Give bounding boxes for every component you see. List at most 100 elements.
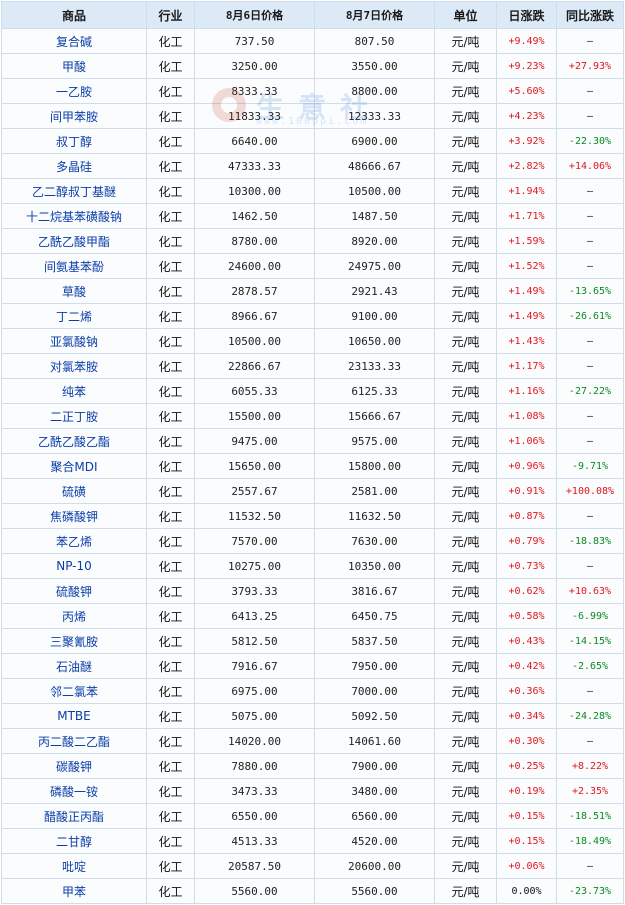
commodity-name[interactable]: 纯苯 [1,378,147,404]
commodity-name[interactable]: 十二烷基苯磺酸钠 [1,203,147,229]
commodity-name[interactable]: 硫磺 [1,478,147,504]
price-aug6-cell: 10300.00 [194,178,315,204]
table-row[interactable]: 复合碱 化工 737.50 807.50 元/吨 +9.49% — [1,28,624,54]
table-row[interactable]: 苯乙烯 化工 7570.00 7630.00 元/吨 +0.79% -18.83% [1,528,624,554]
commodity-name[interactable]: 苯乙烯 [1,528,147,554]
commodity-name[interactable]: 乙酰乙酸甲酯 [1,228,147,254]
table-row[interactable]: 甲酸 化工 3250.00 3550.00 元/吨 +9.23% +27.93% [1,53,624,79]
commodity-name[interactable]: 聚合MDI [1,453,147,479]
daily-change-cell: +1.59% [496,228,557,254]
table-row[interactable]: 甲苯 化工 5560.00 5560.00 元/吨 0.00% -23.73% [1,878,624,904]
table-row[interactable]: 碳酸钾 化工 7880.00 7900.00 元/吨 +0.25% +8.22% [1,753,624,779]
commodity-name[interactable]: 叔丁醇 [1,128,147,154]
header-price-aug7[interactable]: 8月7日价格 [314,1,435,29]
table-row[interactable]: 乙酰乙酸甲酯 化工 8780.00 8920.00 元/吨 +1.59% — [1,228,624,254]
table-row[interactable]: 硫酸钾 化工 3793.33 3816.67 元/吨 +0.62% +10.63% [1,578,624,604]
unit-cell: 元/吨 [434,753,497,779]
table-row[interactable]: 醋酸正丙酯 化工 6550.00 6560.00 元/吨 +0.15% -18.51% [1,803,624,829]
table-row[interactable]: 间氨基苯酚 化工 24600.00 24975.00 元/吨 +1.52% — [1,253,624,279]
commodity-name[interactable]: 二甘醇 [1,828,147,854]
table-row[interactable]: 石油醚 化工 7916.67 7950.00 元/吨 +0.42% -2.65% [1,653,624,679]
commodity-name[interactable]: 三聚氰胺 [1,628,147,654]
commodity-name[interactable]: 丙二酸二乙酯 [1,728,147,754]
daily-change-cell: +1.17% [496,353,557,379]
table-row[interactable]: 三聚氰胺 化工 5812.50 5837.50 元/吨 +0.43% -14.15% [1,628,624,654]
price-aug7-cell: 6560.00 [314,803,435,829]
table-row[interactable]: 草酸 化工 2878.57 2921.43 元/吨 +1.49% -13.65% [1,278,624,304]
table-row[interactable]: 硫磺 化工 2557.67 2581.00 元/吨 +0.91% +100.08% [1,478,624,504]
industry-cell: 化工 [146,53,195,79]
table-row[interactable]: 一乙胺 化工 8333.33 8800.00 元/吨 +5.60% — [1,78,624,104]
table-row[interactable]: 邻二氯苯 化工 6975.00 7000.00 元/吨 +0.36% — [1,678,624,704]
commodity-name[interactable]: 石油醚 [1,653,147,679]
price-aug7-cell: 5560.00 [314,878,435,904]
commodity-name[interactable]: 丙烯 [1,603,147,629]
table-row[interactable]: 丙二酸二乙酯 化工 14020.00 14061.60 元/吨 +0.30% — [1,728,624,754]
commodity-name[interactable]: 醋酸正丙酯 [1,803,147,829]
commodity-name[interactable]: 邻二氯苯 [1,678,147,704]
commodity-name[interactable]: 间氨基苯酚 [1,253,147,279]
table-row[interactable]: MTBE 化工 5075.00 5092.50 元/吨 +0.34% -24.28% [1,703,624,729]
commodity-name[interactable]: 焦磷酸钾 [1,503,147,529]
unit-cell: 元/吨 [434,253,497,279]
price-aug6-cell: 7570.00 [194,528,315,554]
table-row[interactable]: 乙二醇叔丁基醚 化工 10300.00 10500.00 元/吨 +1.94% — [1,178,624,204]
table-row[interactable]: 亚氯酸钠 化工 10500.00 10650.00 元/吨 +1.43% — [1,328,624,354]
commodity-name[interactable]: 复合碱 [1,28,147,54]
commodity-name[interactable]: 乙酰乙酸乙酯 [1,428,147,454]
table-row[interactable]: 吡啶 化工 20587.50 20600.00 元/吨 +0.06% — [1,853,624,879]
price-aug7-cell: 9100.00 [314,303,435,329]
commodity-name[interactable]: 多晶硅 [1,153,147,179]
commodity-name[interactable]: 草酸 [1,278,147,304]
commodity-name[interactable]: NP-10 [1,553,147,579]
table-row[interactable]: 十二烷基苯磺酸钠 化工 1462.50 1487.50 元/吨 +1.71% — [1,203,624,229]
commodity-name[interactable]: 磷酸一铵 [1,778,147,804]
table-row[interactable]: 丁二烯 化工 8966.67 9100.00 元/吨 +1.49% -26.61% [1,303,624,329]
table-row[interactable]: 叔丁醇 化工 6640.00 6900.00 元/吨 +3.92% -22.30% [1,128,624,154]
industry-cell: 化工 [146,578,195,604]
industry-cell: 化工 [146,528,195,554]
daily-change-cell: +9.49% [496,28,557,54]
header-yoy-change[interactable]: 同比涨跌 [556,1,624,29]
industry-cell: 化工 [146,678,195,704]
industry-cell: 化工 [146,553,195,579]
price-aug7-cell: 807.50 [314,28,435,54]
header-price-aug6[interactable]: 8月6日价格 [194,1,315,29]
header-daily-change[interactable]: 日涨跌 [496,1,557,29]
commodity-name[interactable]: 二正丁胺 [1,403,147,429]
industry-cell: 化工 [146,703,195,729]
header-unit[interactable]: 单位 [434,1,497,29]
commodity-name[interactable]: 丁二烯 [1,303,147,329]
commodity-name[interactable]: 碳酸钾 [1,753,147,779]
industry-cell: 化工 [146,653,195,679]
commodity-name[interactable]: 一乙胺 [1,78,147,104]
table-row[interactable]: 多晶硅 化工 47333.33 48666.67 元/吨 +2.82% +14.06% [1,153,624,179]
table-row[interactable]: 乙酰乙酸乙酯 化工 9475.00 9575.00 元/吨 +1.06% — [1,428,624,454]
commodity-name[interactable]: 亚氯酸钠 [1,328,147,354]
commodity-name[interactable]: 吡啶 [1,853,147,879]
table-row[interactable]: 丙烯 化工 6413.25 6450.75 元/吨 +0.58% -6.99% [1,603,624,629]
header-industry[interactable]: 行业 [146,1,195,29]
commodity-name[interactable]: 间甲苯胺 [1,103,147,129]
table-row[interactable]: 间甲苯胺 化工 11833.33 12333.33 元/吨 +4.23% — [1,103,624,129]
commodity-name[interactable]: MTBE [1,703,147,729]
daily-change-cell: +1.49% [496,278,557,304]
table-row[interactable]: 磷酸一铵 化工 3473.33 3480.00 元/吨 +0.19% +2.35% [1,778,624,804]
daily-change-cell: +1.52% [496,253,557,279]
table-row[interactable]: 纯苯 化工 6055.33 6125.33 元/吨 +1.16% -27.22% [1,378,624,404]
unit-cell: 元/吨 [434,578,497,604]
table-row[interactable]: 二正丁胺 化工 15500.00 15666.67 元/吨 +1.08% — [1,403,624,429]
price-aug7-cell: 15800.00 [314,453,435,479]
unit-cell: 元/吨 [434,828,497,854]
commodity-name[interactable]: 硫酸钾 [1,578,147,604]
commodity-name[interactable]: 甲苯 [1,878,147,904]
table-row[interactable]: 焦磷酸钾 化工 11532.50 11632.50 元/吨 +0.87% — [1,503,624,529]
header-commodity[interactable]: 商品 [1,1,147,29]
table-row[interactable]: 二甘醇 化工 4513.33 4520.00 元/吨 +0.15% -18.49% [1,828,624,854]
commodity-name[interactable]: 甲酸 [1,53,147,79]
table-row[interactable]: NP-10 化工 10275.00 10350.00 元/吨 +0.73% — [1,553,624,579]
commodity-name[interactable]: 乙二醇叔丁基醚 [1,178,147,204]
table-row[interactable]: 聚合MDI 化工 15650.00 15800.00 元/吨 +0.96% -9.71% [1,453,624,479]
table-row[interactable]: 对氯苯胺 化工 22866.67 23133.33 元/吨 +1.17% — [1,353,624,379]
commodity-name[interactable]: 对氯苯胺 [1,353,147,379]
